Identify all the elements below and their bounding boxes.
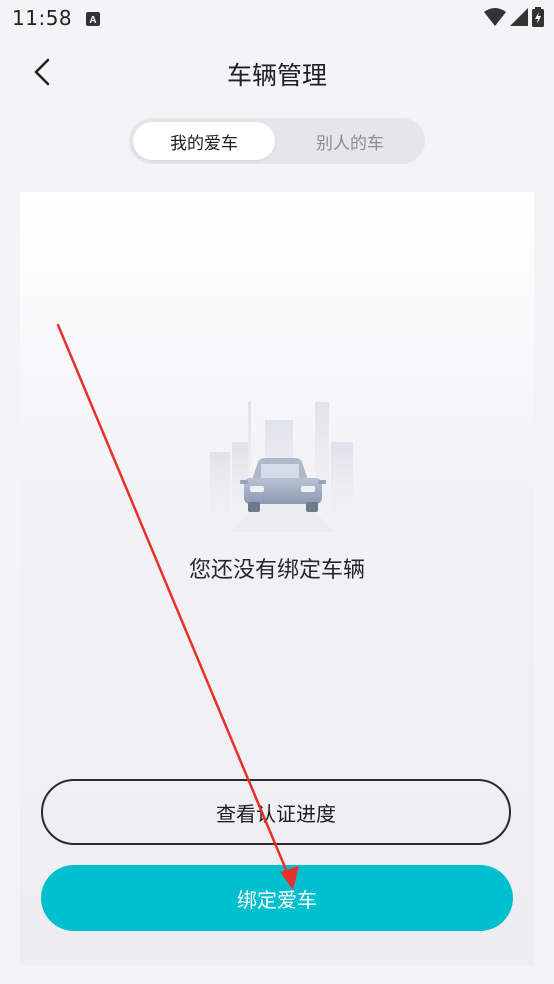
- empty-state-message: 您还没有绑定车辆: [188, 558, 365, 583]
- car-city-illustration: [210, 402, 355, 532]
- battery-icon: [532, 7, 544, 31]
- tab-my-car[interactable]: 我的爱车: [133, 122, 275, 160]
- status-bar: 11:58 A: [0, 0, 554, 36]
- status-time: 11:58: [12, 6, 73, 30]
- wifi-icon: [484, 7, 506, 31]
- segmented-tabs: 我的爱车 别人的车: [129, 118, 425, 164]
- tab-others-car[interactable]: 别人的车: [279, 122, 421, 160]
- notification-a-icon: A: [86, 11, 100, 30]
- view-certification-progress-button[interactable]: 查看认证进度: [41, 779, 511, 845]
- svg-text:A: A: [89, 15, 96, 26]
- empty-state-card: 您还没有绑定车辆 查看认证进度 绑定爱车: [20, 192, 534, 965]
- page-title: 车辆管理: [226, 61, 327, 90]
- signal-icon: [510, 7, 528, 31]
- app-header: 车辆管理: [0, 40, 554, 104]
- bind-car-button[interactable]: 绑定爱车: [41, 865, 513, 931]
